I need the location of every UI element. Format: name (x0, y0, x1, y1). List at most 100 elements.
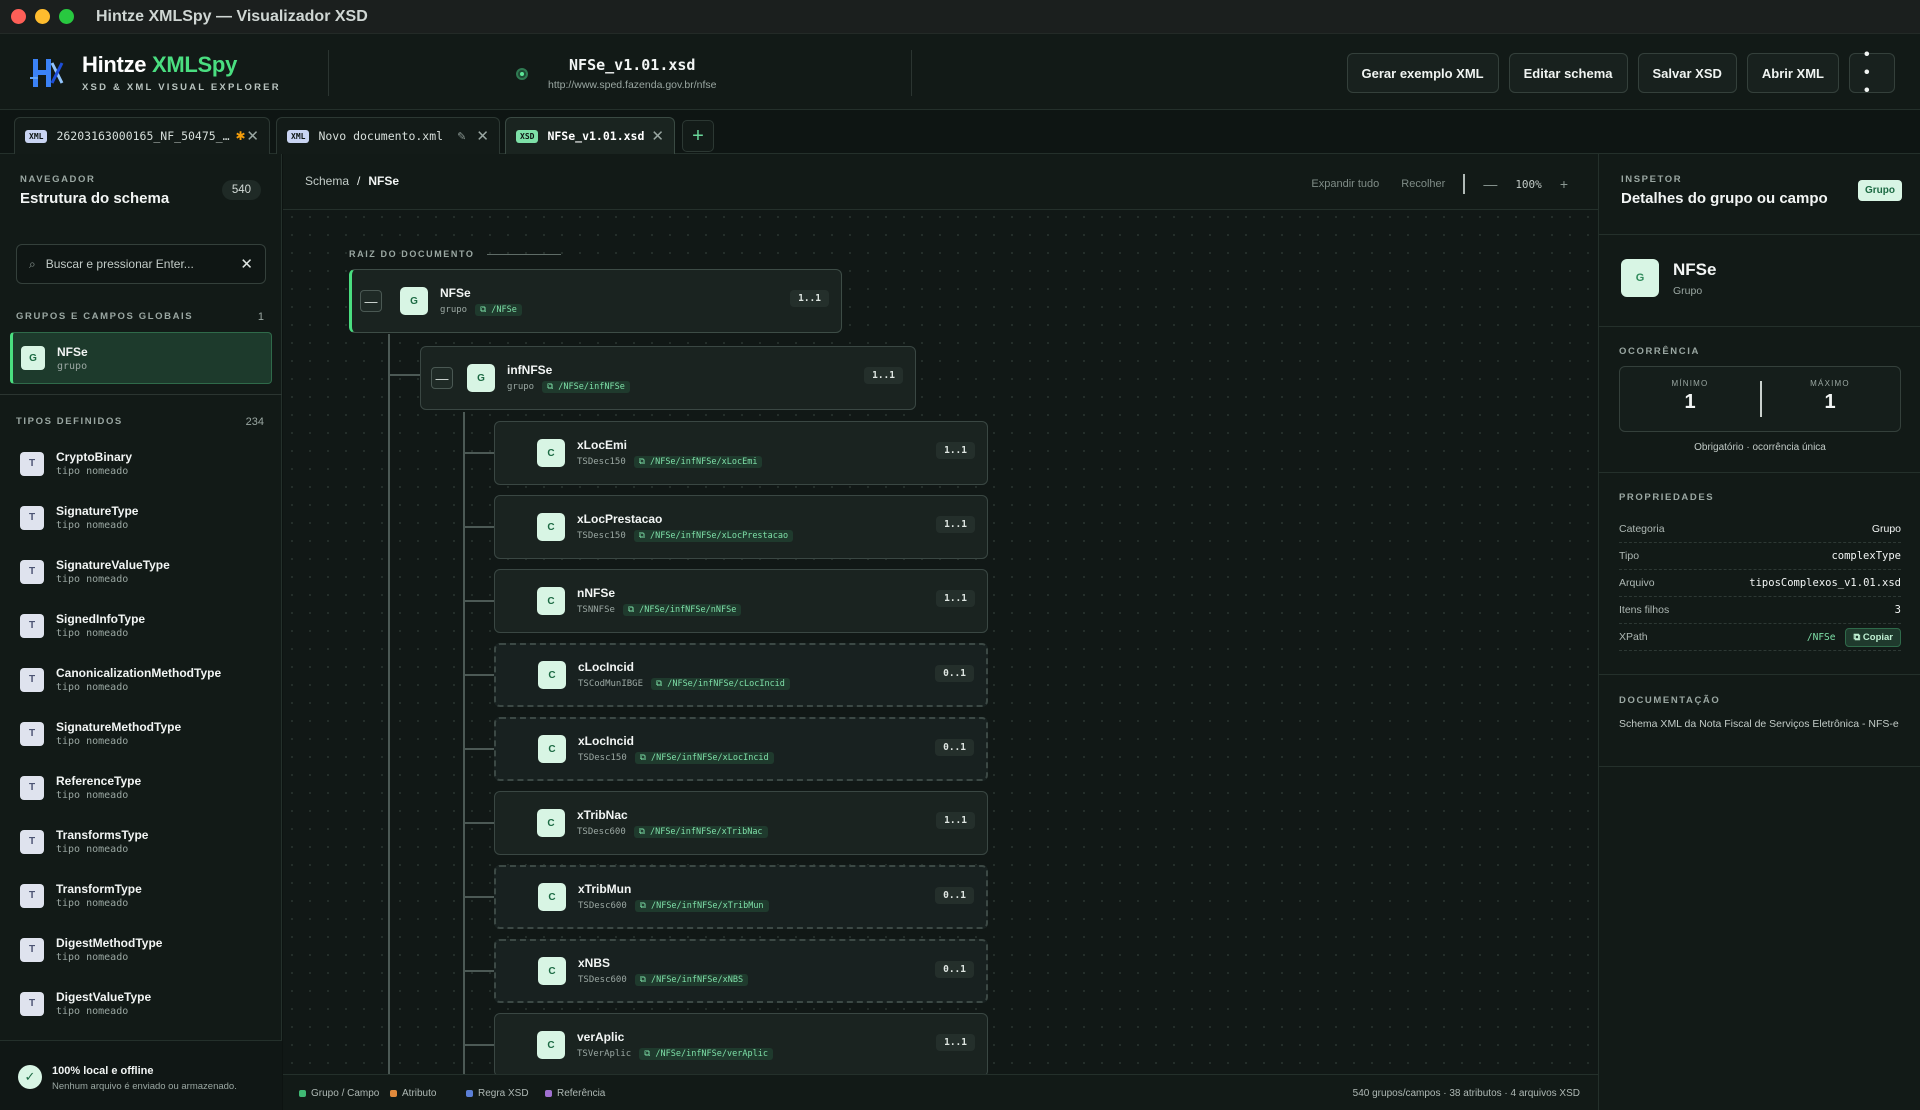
type-name: ReferenceType (56, 774, 142, 788)
xml-badge: XML (25, 129, 48, 143)
breadcrumb: Schema / NFSe (305, 174, 400, 188)
maximize-window-button[interactable] (59, 9, 74, 24)
tab-new-document[interactable]: XML Novo documento.xml ✎ ✕ (276, 117, 500, 154)
tab-label: NFSe_v1.01.xsd (547, 129, 645, 143)
occurrence-badge: 1..1 (936, 1034, 975, 1051)
copy-xpath-button[interactable]: ⧉ Copiar (1845, 627, 1901, 647)
close-tab-icon[interactable]: ✕ (476, 127, 489, 145)
legend-swatch (545, 1090, 552, 1097)
tree-node-field[interactable]: CxLocEmi TSDesc150 ⧉ /NFSe/infNFSe/xLocEmi… (494, 421, 988, 485)
tree-node-field[interactable]: CxNBS TSDesc600 ⧉ /NFSe/infNFSe/xNBS 0..1 (494, 939, 988, 1003)
expand-all-button[interactable]: Expandir tudo (1311, 178, 1379, 190)
node-type: TSDesc150 (578, 753, 627, 763)
type-item[interactable]: T CanonicalizationMethodType tipo nomeado (20, 666, 270, 693)
collapse-all-button[interactable]: Recolher (1401, 178, 1445, 190)
node-name: xTribMun (578, 882, 632, 896)
breadcrumb-schema[interactable]: Schema (305, 174, 349, 188)
property-row: Arquivo tiposComplexos_v1.01.xsd (1619, 570, 1901, 597)
type-item[interactable]: T ReferenceType tipo nomeado (20, 774, 270, 801)
tree-node-field[interactable]: CnNFSe TSNNFSe ⧉ /NFSe/infNFSe/nNFSe 1..1 (494, 569, 988, 633)
type-item[interactable]: T CryptoBinary tipo nomeado (20, 450, 270, 477)
selected-node-kind: Grupo (1673, 284, 1703, 297)
tree-connector (463, 600, 494, 602)
tree-node-field[interactable]: CverAplic TSVerAplic ⧉ /NFSe/infNFSe/verAp… (494, 1013, 988, 1074)
property-row: Itens filhos 3 (1619, 597, 1901, 624)
type-item[interactable]: T TransformsType tipo nomeado (20, 828, 270, 855)
global-item-nfse[interactable]: G NFSe grupo (10, 332, 272, 384)
clear-search-icon[interactable]: ✕ (240, 255, 253, 273)
zoom-out-button[interactable]: — (1483, 176, 1497, 192)
occurrence-badge: 1..1 (936, 516, 975, 533)
type-kind: tipo nomeado (56, 520, 129, 531)
type-item[interactable]: T SignatureType tipo nomeado (20, 504, 270, 531)
tree-node-nfse[interactable]: — G NFSe grupo ⧉ /NFSe 1..1 (349, 269, 842, 333)
xpath-chip[interactable]: ⧉ /NFSe (475, 304, 522, 316)
occurrence-label: OCORRÊNCIA (1619, 346, 1700, 357)
add-tab-button[interactable]: + (682, 120, 714, 152)
more-menu-button[interactable]: • • • (1849, 46, 1895, 99)
xpath-chip[interactable]: ⧉ /NFSe/infNFSe/xTribNac (633, 826, 768, 838)
tab-xml-document[interactable]: XML 26203163000165_NF_50475_… ✱ ✕ (14, 117, 270, 154)
occurrence-badge: 0..1 (935, 739, 974, 756)
max-label: MÁXIMO (1810, 379, 1850, 388)
document-name: NFSe_v1.01.xsd (569, 56, 696, 74)
xpath-chip[interactable]: ⧉ /NFSe/infNFSe/xNBS (634, 974, 749, 986)
edit-schema-button[interactable]: Editar schema (1508, 53, 1628, 93)
tree-node-field[interactable]: CxTribMun TSDesc600 ⧉ /NFSe/infNFSe/xTribM… (494, 865, 988, 929)
xpath-chip[interactable]: ⧉ /NFSe/infNFSe/xTribMun (634, 900, 769, 912)
node-type: TSDesc150 (577, 531, 626, 541)
toolbar-divider (1463, 174, 1466, 194)
tab-nfse-xsd[interactable]: XSD NFSe_v1.01.xsd ✕ (505, 117, 675, 154)
collapse-toggle[interactable]: — (360, 290, 382, 312)
legend-label: Referência (557, 1088, 606, 1099)
tree-node-field[interactable]: CcLocIncid TSCodMunIBGE ⧉ /NFSe/infNFSe/cL… (494, 643, 988, 707)
xpath-chip[interactable]: ⧉ /NFSe/infNFSe/xLocIncid (634, 752, 774, 764)
type-name: SignatureType (56, 504, 139, 518)
field-icon: C (538, 735, 566, 763)
type-item[interactable]: T SignatureValueType tipo nomeado (20, 558, 270, 585)
group-icon: G (400, 287, 428, 315)
type-kind: tipo nomeado (56, 574, 129, 585)
xpath-chip[interactable]: ⧉ /NFSe/infNFSe/verAplic (639, 1048, 773, 1060)
status-dot-icon (516, 68, 528, 80)
offline-subtitle: Nenhum arquivo é enviado ou armazenado. (52, 1081, 237, 1092)
generate-xml-button[interactable]: Gerar exemplo XML (1346, 53, 1499, 93)
type-icon: T (20, 505, 44, 530)
xpath-chip[interactable]: ⧉ /NFSe/infNFSe/nNFSe (622, 604, 742, 616)
type-item[interactable]: T SignedInfoType tipo nomeado (20, 612, 270, 639)
type-icon: T (20, 829, 44, 854)
schema-canvas[interactable]: Schema / NFSe Expandir tudo Recolher — 100… (283, 154, 1598, 1074)
occurrence-badge: 0..1 (935, 887, 974, 904)
xpath-chip[interactable]: ⧉ /NFSe/infNFSe (542, 381, 630, 393)
type-kind: tipo nomeado (56, 736, 129, 747)
type-item[interactable]: T DigestValueType tipo nomeado (20, 990, 270, 1017)
occurrence-badge: 1..1 (936, 812, 975, 829)
tree-connector (463, 412, 465, 1074)
close-tab-icon[interactable]: ✕ (651, 127, 664, 145)
minimize-window-button[interactable] (35, 9, 50, 24)
close-tab-icon[interactable]: ✕ (246, 127, 259, 145)
type-item[interactable]: T DigestMethodType tipo nomeado (20, 936, 270, 963)
xpath-chip[interactable]: ⧉ /NFSe/infNFSe/cLocIncid (651, 678, 790, 690)
xpath-chip[interactable]: ⧉ /NFSe/infNFSe/xLocPrestacao (633, 530, 794, 542)
tree-connector (463, 970, 494, 972)
save-xsd-button[interactable]: Salvar XSD (1637, 53, 1737, 93)
occurrence-badge: 0..1 (935, 961, 974, 978)
tree-node-field[interactable]: CxTribNac TSDesc600 ⧉ /NFSe/infNFSe/xTribN… (494, 791, 988, 855)
type-item[interactable]: T SignatureMethodType tipo nomeado (20, 720, 270, 747)
group-icon: G (21, 346, 45, 370)
tree-node-infnfse[interactable]: — G infNFSe grupo ⧉ /NFSe/infNFSe 1..1 (420, 346, 916, 410)
xpath-chip[interactable]: ⧉ /NFSe/infNFSe/xLocEmi (633, 456, 763, 468)
field-icon: C (537, 1031, 565, 1059)
zoom-in-button[interactable]: + (1560, 176, 1568, 192)
collapse-toggle[interactable]: — (431, 367, 453, 389)
schema-stats: 540 grupos/campos · 38 atributos · 4 arq… (1352, 1088, 1580, 1099)
tree-node-field[interactable]: CxLocIncid TSDesc150 ⧉ /NFSe/infNFSe/xLocI… (494, 717, 988, 781)
tree-node-field[interactable]: CxLocPrestacao TSDesc150 ⧉ /NFSe/infNFSe/x… (494, 495, 988, 559)
type-item[interactable]: T TransformType tipo nomeado (20, 882, 270, 909)
close-window-button[interactable] (11, 9, 26, 24)
open-xml-button[interactable]: Abrir XML (1746, 53, 1839, 93)
schema-search-input[interactable]: ⌕ Buscar e pressionar Enter... ✕ (16, 244, 266, 284)
occurrence-box: MÍNIMO 1 MÁXIMO 1 (1619, 366, 1901, 432)
inspector-section-label: INSPETOR (1621, 174, 1683, 185)
